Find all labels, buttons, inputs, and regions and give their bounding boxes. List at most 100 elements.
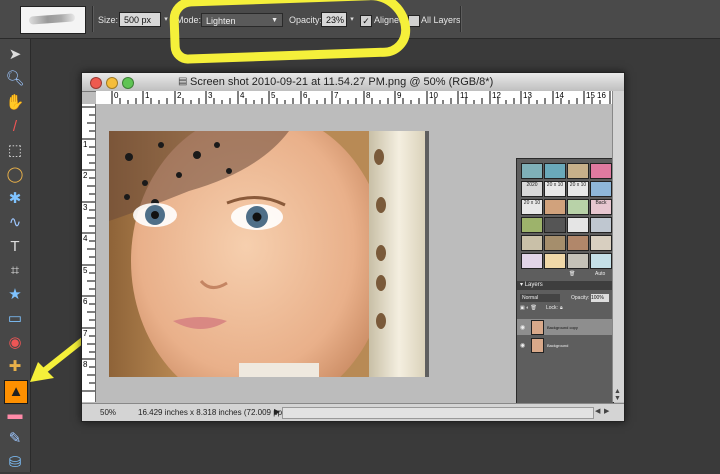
visibility-eye-icon[interactable]: ◉ <box>520 324 525 331</box>
ruler-label: 8 <box>83 360 88 369</box>
palette-thumbnail[interactable]: 2020 <box>521 181 543 197</box>
document-title: Screen shot 2010-09-21 at 11.54.27 PM.pn… <box>190 76 494 88</box>
palette-thumbnail[interactable] <box>544 199 566 215</box>
size-input[interactable]: 500 px <box>119 12 161 27</box>
brush-preset-picker[interactable] <box>20 6 86 34</box>
ruler-label: 6 <box>303 91 308 100</box>
palette-thumbnail[interactable] <box>521 217 543 233</box>
type-tool-icon[interactable]: T <box>4 236 26 258</box>
palette-thumbnail[interactable]: 20 x 10 <box>521 199 543 215</box>
red-eye-tool-icon[interactable]: ◉ <box>4 332 26 354</box>
ruler-label: 1 <box>83 140 88 149</box>
palette-thumbnail[interactable] <box>567 199 589 215</box>
canvas-area[interactable]: 2020 20 x 10 20 x 10 20 x 10 Back 🗑︎ Auto ▾ … <box>96 104 614 404</box>
layer-row-background-copy[interactable]: ◉ Background copy <box>517 319 613 335</box>
palette-thumbnail[interactable] <box>521 235 543 251</box>
crop-tool-icon[interactable]: ⌗ <box>4 260 26 282</box>
layers-panel-header: ▾ Layers <box>517 281 613 290</box>
zoom-button[interactable] <box>122 77 134 89</box>
ruler-label: 3 <box>83 203 88 212</box>
zoom-level[interactable]: 50% <box>100 408 116 417</box>
scroll-left-arrow-icon[interactable]: ◀ <box>595 407 600 415</box>
layers-title: Layers <box>524 282 543 288</box>
ruler-label: 3 <box>208 91 213 100</box>
blend-mode-select[interactable]: Normal <box>520 294 560 302</box>
palette-thumbnail[interactable] <box>567 235 589 251</box>
marquee-tool-icon[interactable]: ⬚ <box>4 140 26 162</box>
lock-icon[interactable]: 🔒︎ <box>560 305 563 311</box>
layers-opacity-input[interactable]: 100% <box>591 294 609 302</box>
minimize-button[interactable] <box>106 77 118 89</box>
palette-thumbnail[interactable]: 20 x 10 <box>567 181 589 197</box>
status-bar: 50% 16.429 inches x 8.318 inches (72.009… <box>82 403 624 421</box>
divider <box>460 6 462 32</box>
ruler-label: 12 <box>492 91 501 100</box>
trash-icon[interactable]: 🗑︎ <box>569 271 575 277</box>
hand-tool-icon[interactable]: ✋ <box>4 92 26 114</box>
scroll-up-arrow-icon[interactable]: ▲ <box>614 388 621 395</box>
ruler-label: 2 <box>83 171 88 180</box>
vertical-scrollbar[interactable]: ▲ ▼ <box>612 91 624 402</box>
document-size-info: 16.429 inches x 8.318 inches (72.009 ppi… <box>138 408 287 417</box>
palette-thumbnail[interactable] <box>590 181 612 197</box>
palette-thumbnail[interactable] <box>590 217 612 233</box>
ruler-ticks <box>111 91 611 104</box>
document-window: ▤ Screen shot 2010-09-21 at 11.54.27 PM.… <box>81 72 625 422</box>
palette-thumbnail[interactable] <box>590 253 612 269</box>
palette-thumbnail[interactable] <box>590 235 612 251</box>
brush-stroke-preview <box>28 13 76 25</box>
brush-tool-icon[interactable]: ✎ <box>4 428 26 450</box>
status-menu-arrow-icon[interactable]: ▶ <box>274 407 280 416</box>
layer-thumbnail <box>531 338 544 353</box>
file-icon: ▤ <box>178 76 188 87</box>
palette-thumbnail[interactable]: 20 x 10 <box>544 181 566 197</box>
lock-label: Lock: <box>546 305 558 311</box>
ruler-label: 4 <box>240 91 245 100</box>
visibility-eye-icon[interactable]: ◉ <box>520 342 525 349</box>
scroll-right-arrow-icon[interactable]: ▶ <box>604 407 609 415</box>
photo-image <box>109 131 429 377</box>
palette-thumbnail[interactable] <box>521 163 543 179</box>
palette-thumbnail[interactable] <box>544 235 566 251</box>
shape-tool-icon[interactable]: ★ <box>4 284 26 306</box>
palette-thumbnail[interactable] <box>544 217 566 233</box>
delete-layer-icon[interactable]: 🗑︎ <box>531 305 537 311</box>
palette-thumbnail[interactable] <box>590 163 612 179</box>
palette-thumbnail[interactable]: Back <box>590 199 612 215</box>
divider <box>92 6 94 32</box>
ruler-label: 15 <box>586 91 595 100</box>
ruler-label: 13 <box>523 91 532 100</box>
move-tool-icon[interactable]: ➤ <box>4 44 26 66</box>
ruler-label: 1 <box>145 91 150 100</box>
eraser-tool-icon[interactable]: ▬ <box>4 404 26 426</box>
eyedropper-tool-icon[interactable]: / <box>4 116 26 138</box>
magic-wand-tool-icon[interactable]: ✱ <box>4 188 26 210</box>
ruler-label: 5 <box>83 266 88 275</box>
palette-thumbnail[interactable] <box>521 253 543 269</box>
palette-thumbnail[interactable] <box>567 163 589 179</box>
healing-brush-tool-icon[interactable]: ✚ <box>4 356 26 378</box>
layer-thumbnail <box>531 320 544 335</box>
layer-name: Background <box>547 343 569 348</box>
zoom-tool-icon[interactable]: 🔍︎ <box>4 68 26 90</box>
palette-thumbnail[interactable] <box>567 217 589 233</box>
quick-selection-tool-icon[interactable]: ∿ <box>4 212 26 234</box>
horizontal-scrollbar[interactable] <box>282 407 594 419</box>
layer-row-background[interactable]: ◉ Background <box>517 337 613 353</box>
paint-bucket-tool-icon[interactable]: ⛁ <box>4 452 26 474</box>
scroll-down-arrow-icon[interactable]: ▼ <box>614 395 621 402</box>
palette-thumbnail[interactable] <box>567 253 589 269</box>
ruler-horizontal: 0 1 2 3 4 5 6 7 8 9 10 11 12 13 14 15 16 <box>96 91 612 105</box>
rectangle-tool-icon[interactable]: ▭ <box>4 308 26 330</box>
size-label: Size: <box>98 15 119 25</box>
close-button[interactable] <box>90 77 102 89</box>
ruler-vertical: 1 2 3 4 5 6 7 8 <box>82 104 96 402</box>
ruler-label: 6 <box>83 297 88 306</box>
lasso-tool-icon[interactable]: ◯ <box>4 164 26 186</box>
all-layers-label: All Layers <box>421 15 461 25</box>
palette-thumbnail[interactable] <box>544 253 566 269</box>
palette-thumbnail[interactable] <box>544 163 566 179</box>
ruler-label: 10 <box>429 91 438 100</box>
clone-stamp-tool-icon[interactable]: ▲ <box>4 380 28 404</box>
ruler-label: 7 <box>334 91 339 100</box>
